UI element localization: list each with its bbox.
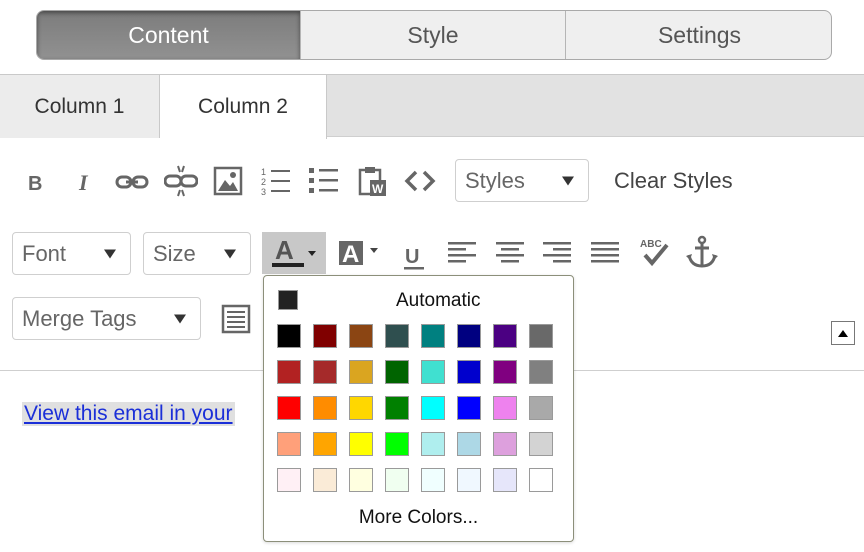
more-colors-button[interactable]: More Colors... — [264, 507, 573, 529]
tab-settings[interactable]: Settings — [566, 11, 831, 59]
color-swatch[interactable] — [277, 468, 301, 492]
tab-column-1[interactable]: Column 1 — [0, 75, 160, 138]
svg-text:A: A — [275, 235, 294, 265]
color-swatch[interactable] — [385, 360, 409, 384]
merge-tags-dropdown-label: Merge Tags — [22, 305, 137, 331]
color-swatch[interactable] — [349, 396, 373, 420]
svg-text:1: 1 — [261, 167, 266, 177]
size-dropdown[interactable]: Size — [143, 232, 251, 275]
text-color-icon: A — [272, 235, 316, 267]
color-swatch[interactable] — [493, 396, 517, 420]
color-swatch[interactable] — [529, 468, 553, 492]
background-color-icon[interactable]: A — [334, 234, 384, 272]
color-swatch[interactable] — [349, 360, 373, 384]
color-swatch[interactable] — [457, 468, 481, 492]
unlink-icon[interactable] — [163, 163, 199, 199]
main-tabs: Content Style Settings — [36, 10, 832, 60]
tab-style[interactable]: Style — [301, 11, 566, 59]
svg-text:W: W — [372, 182, 384, 196]
merge-tags-dropdown[interactable]: Merge Tags — [12, 297, 201, 340]
column-tabs: Column 1 Column 2 — [0, 74, 864, 139]
color-swatch[interactable] — [277, 432, 301, 456]
color-swatch[interactable] — [385, 324, 409, 348]
automatic-color-label[interactable]: Automatic — [396, 290, 480, 312]
styles-dropdown-label: Styles — [465, 167, 525, 193]
color-swatch[interactable] — [493, 432, 517, 456]
styles-dropdown[interactable]: Styles — [455, 159, 589, 202]
svg-text:2: 2 — [261, 177, 266, 187]
color-swatch[interactable] — [349, 432, 373, 456]
clear-styles-button[interactable]: Clear Styles — [614, 168, 733, 194]
underline-icon[interactable]: U — [400, 236, 430, 272]
color-swatch[interactable] — [457, 324, 481, 348]
color-swatch[interactable] — [421, 324, 445, 348]
svg-text:ABC: ABC — [640, 239, 662, 250]
font-dropdown[interactable]: Font — [12, 232, 131, 275]
color-swatch[interactable] — [313, 324, 337, 348]
svg-text:I: I — [78, 171, 89, 193]
tab-content[interactable]: Content — [37, 11, 301, 59]
color-swatch[interactable] — [457, 432, 481, 456]
color-swatch[interactable] — [421, 396, 445, 420]
align-right-icon[interactable] — [541, 238, 573, 268]
view-email-link[interactable]: View this email in your — [22, 402, 235, 426]
bullet-list-icon[interactable] — [307, 165, 341, 197]
color-swatch[interactable] — [349, 324, 373, 348]
color-swatch[interactable] — [385, 396, 409, 420]
tab-column-2[interactable]: Column 2 — [160, 75, 327, 139]
color-swatch[interactable] — [493, 324, 517, 348]
color-swatch[interactable] — [277, 360, 301, 384]
color-swatch[interactable] — [313, 360, 337, 384]
svg-text:A: A — [342, 241, 359, 268]
bold-icon[interactable]: B — [22, 168, 50, 196]
justify-icon[interactable] — [589, 238, 621, 268]
svg-text:3: 3 — [261, 187, 266, 196]
color-swatch[interactable] — [385, 432, 409, 456]
color-swatch[interactable] — [421, 360, 445, 384]
align-left-icon[interactable] — [446, 238, 478, 268]
text-color-button[interactable]: A — [262, 232, 326, 274]
color-swatch[interactable] — [421, 432, 445, 456]
color-swatch[interactable] — [493, 468, 517, 492]
color-swatch[interactable] — [457, 360, 481, 384]
svg-text:B: B — [28, 173, 42, 193]
color-swatch[interactable] — [313, 468, 337, 492]
align-center-icon[interactable] — [494, 238, 526, 268]
scroll-up-icon[interactable] — [831, 321, 855, 345]
color-swatch[interactable] — [529, 432, 553, 456]
color-swatch[interactable] — [277, 324, 301, 348]
color-picker-popup: Automatic More Colors... — [263, 275, 574, 542]
link-icon[interactable] — [114, 168, 150, 196]
numbered-list-icon[interactable]: 123 — [259, 165, 293, 197]
color-swatch[interactable] — [385, 468, 409, 492]
paste-from-word-icon[interactable]: W — [356, 163, 390, 199]
spellcheck-icon[interactable]: ABC — [636, 234, 672, 270]
color-swatch[interactable] — [493, 360, 517, 384]
chevron-down-icon — [562, 176, 574, 185]
size-dropdown-label: Size — [153, 240, 196, 266]
color-swatch[interactable] — [421, 468, 445, 492]
automatic-color-swatch[interactable] — [278, 290, 298, 310]
color-swatch[interactable] — [313, 432, 337, 456]
svg-text:U: U — [405, 246, 419, 268]
chevron-down-icon — [104, 249, 116, 258]
image-icon[interactable] — [212, 165, 244, 197]
chevron-down-icon — [174, 314, 186, 323]
anchor-icon[interactable] — [684, 234, 720, 270]
italic-icon[interactable]: I — [72, 168, 100, 196]
color-swatch[interactable] — [457, 396, 481, 420]
source-code-icon[interactable] — [403, 166, 437, 196]
font-dropdown-label: Font — [22, 240, 67, 266]
chevron-down-icon — [224, 249, 236, 258]
color-swatch[interactable] — [529, 396, 553, 420]
color-swatch[interactable] — [529, 360, 553, 384]
color-swatch[interactable] — [529, 324, 553, 348]
color-swatch[interactable] — [349, 468, 373, 492]
color-swatch-grid — [277, 324, 553, 492]
table-icon[interactable] — [220, 303, 252, 335]
color-swatch[interactable] — [277, 396, 301, 420]
color-swatch[interactable] — [313, 396, 337, 420]
